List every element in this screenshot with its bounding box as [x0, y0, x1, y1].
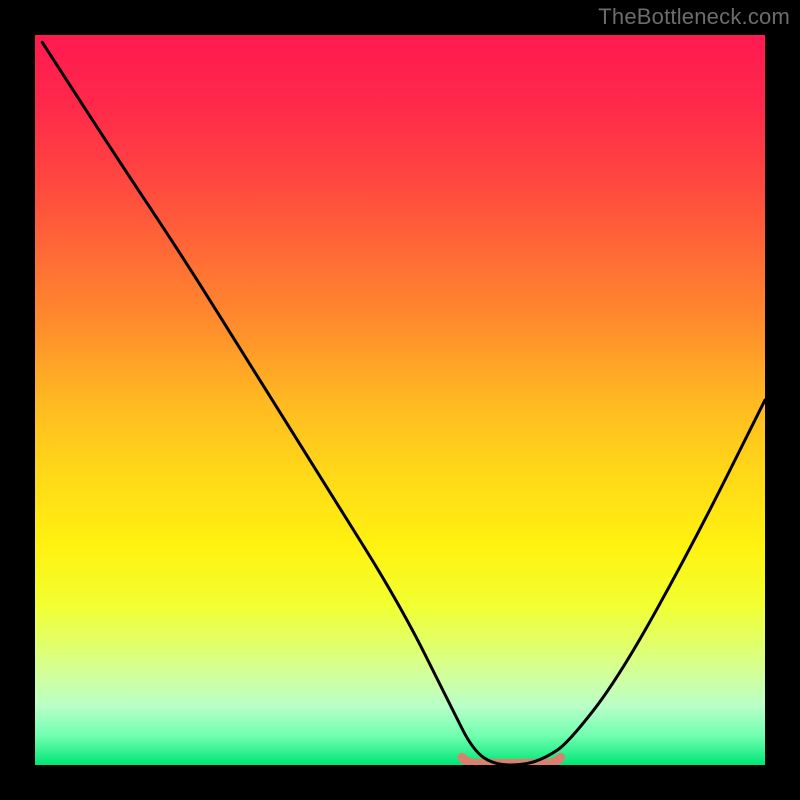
- watermark-label: TheBottleneck.com: [598, 4, 790, 30]
- chart-stage: TheBottleneck.com: [0, 0, 800, 800]
- bottleneck-chart: [35, 35, 765, 765]
- heat-background: [35, 35, 765, 765]
